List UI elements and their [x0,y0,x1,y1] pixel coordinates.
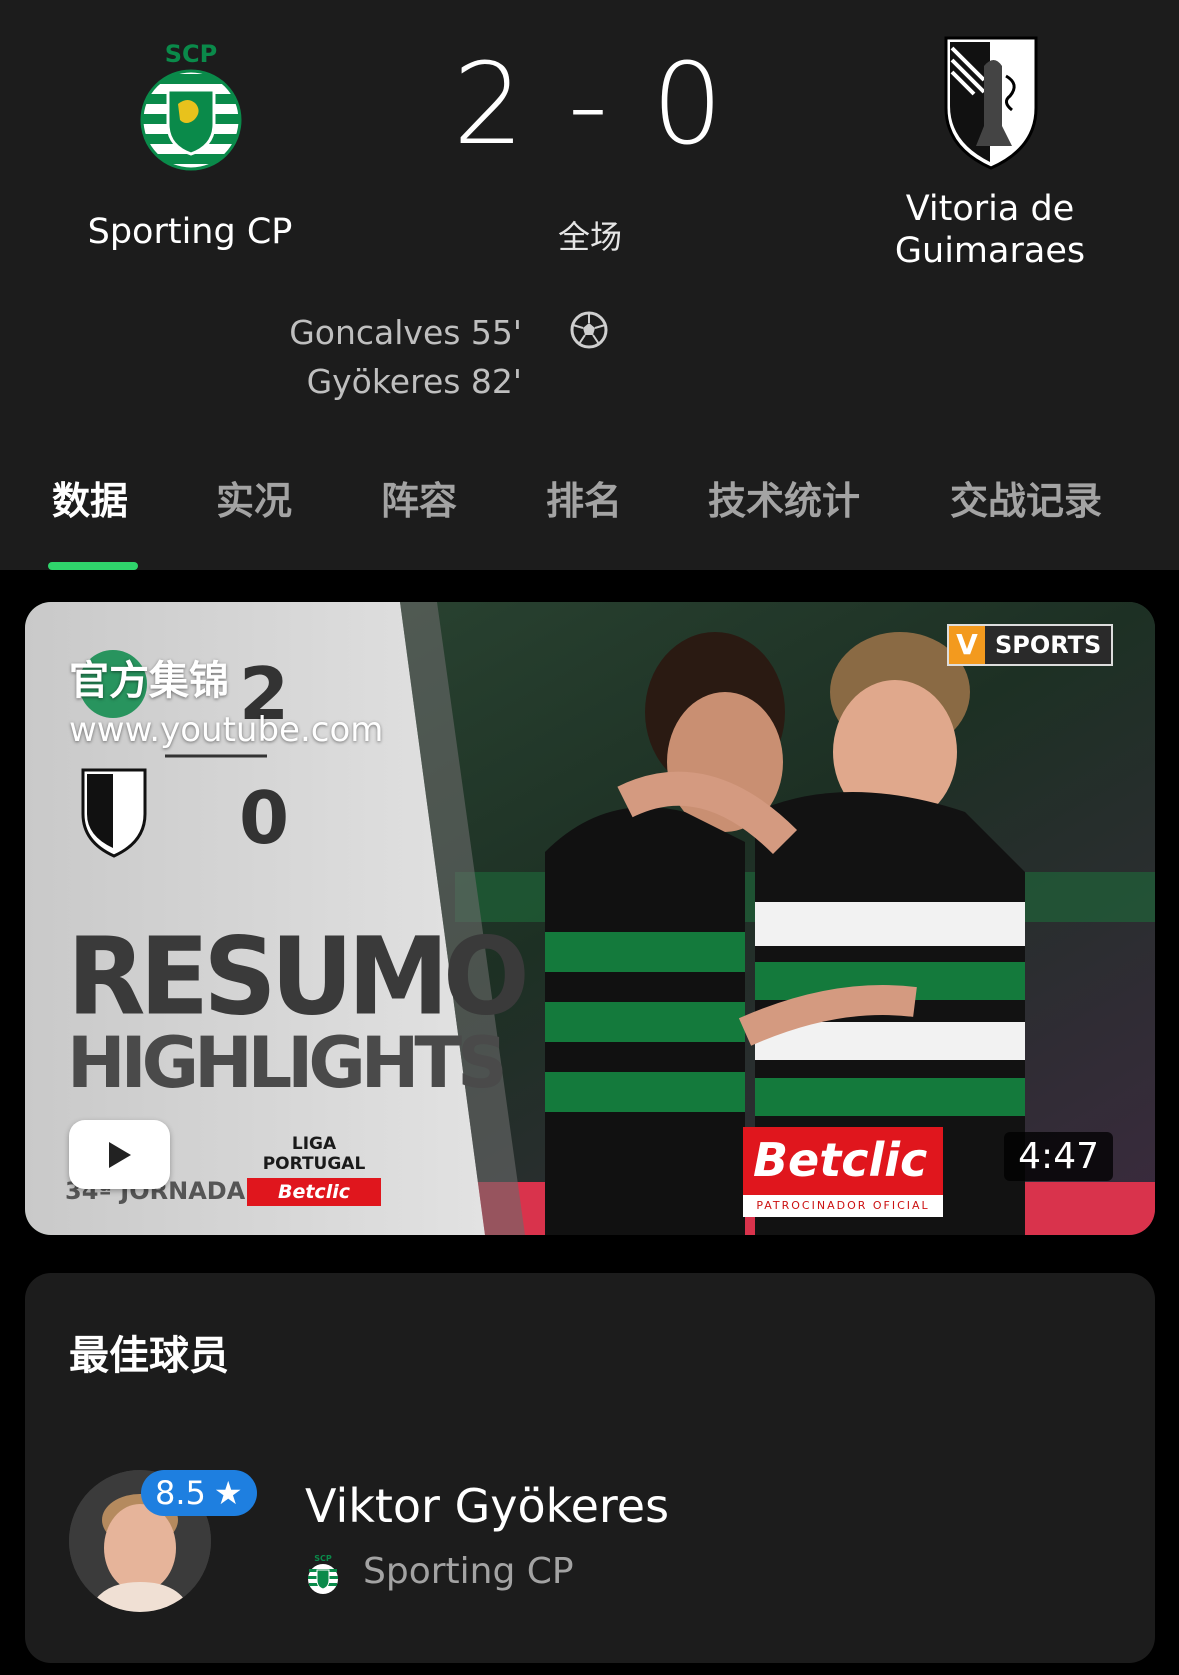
away-team-name[interactable]: Vitoria de Guimaraes [860,188,1120,272]
sponsor-logo: Betclic PATROCINADOR OFICIAL [743,1127,943,1217]
svg-text:SCP: SCP [165,40,218,68]
active-tab-indicator [48,562,138,570]
star-icon: ★ [213,1474,243,1512]
player-team-logo: SCP [306,1553,340,1595]
match-tabs: 数据 实况 阵容 排名 技术统计 交战记录 [0,458,1179,570]
video-source: www.youtube.com [69,710,384,750]
match-score: 2 - 0 [452,40,728,170]
tab-lineup[interactable]: 阵容 [381,470,457,525]
home-team-logo[interactable]: SCP [138,40,244,180]
thumbnail-away-score: 0 [239,776,290,860]
tab-stats[interactable]: 技术统计 [708,470,860,525]
goal-scorers: Goncalves 55' Gyökeres 82' [230,308,522,406]
channel-mark: V [949,626,985,664]
highlights-video-card[interactable]: 2 0 RESUMO HIGHLIGHTS 34ª JORNADA LIGA P… [25,602,1155,1235]
match-header: SCP Sporting CP 2 - 0 全场 Vitoria de Guim… [0,0,1179,570]
player-name[interactable]: Viktor Gyökeres [305,1479,669,1533]
video-duration: 4:47 [1004,1132,1113,1181]
tab-head-to-head[interactable]: 交战记录 [950,470,1102,525]
tab-standings[interactable]: 排名 [546,470,622,525]
goal-scorer-2: Gyökeres 82' [306,362,522,401]
best-player-card[interactable]: 最佳球员 8.5 ★ Viktor Gyökeres SCP Sporting … [25,1273,1155,1663]
home-team-name[interactable]: Sporting CP [60,211,320,253]
play-icon [109,1142,131,1168]
tab-data[interactable]: 数据 [52,470,128,525]
video-title: 官方集锦 [69,658,229,704]
player-rating: 8.5 [155,1474,206,1512]
thumbnail-subheadline: HIGHLIGHTS [67,1022,508,1104]
play-button[interactable] [69,1120,170,1189]
player-team-name: Sporting CP [363,1551,574,1592]
soccer-ball-icon [569,310,609,350]
goal-scorer-1: Goncalves 55' [289,313,522,352]
match-status: 全场 [557,218,622,256]
channel-badge: V SPORTS [947,624,1114,666]
section-title: 最佳球员 [69,1333,229,1379]
tab-live[interactable]: 实况 [216,470,292,525]
player-rating-badge: 8.5 ★ [141,1470,257,1516]
away-team-logo[interactable] [944,36,1038,170]
liga-portugal-logo: LIGA PORTUGAL Betclic [247,1134,381,1206]
svg-text:SCP: SCP [314,1554,332,1563]
